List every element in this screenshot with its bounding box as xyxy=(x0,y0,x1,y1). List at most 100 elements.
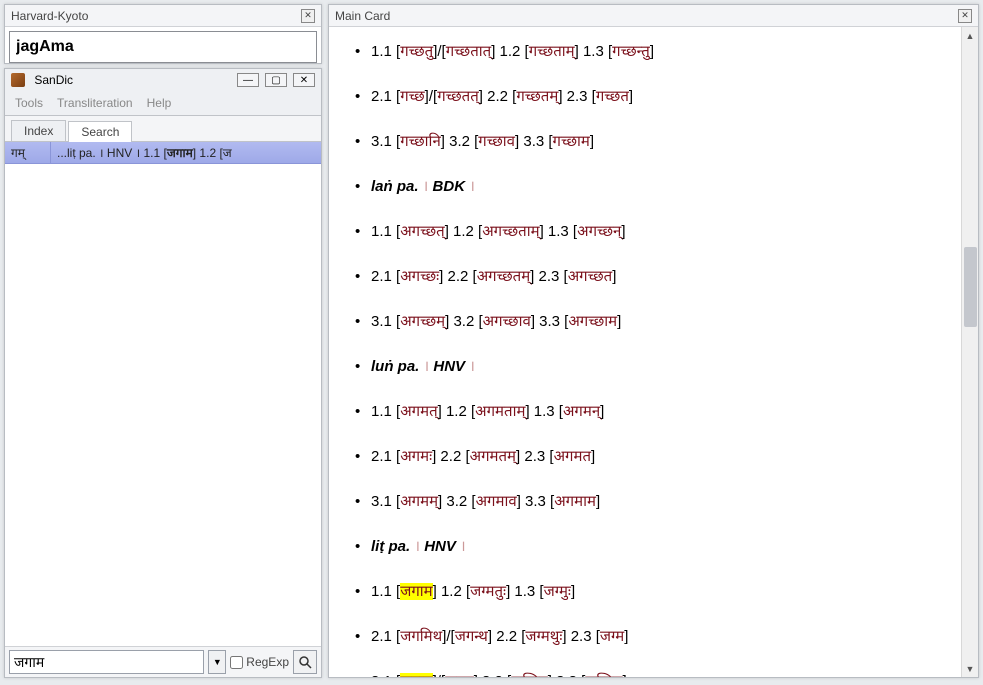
menu-transliteration[interactable]: Transliteration xyxy=(57,96,133,110)
sanskrit-form: गच्छतत् xyxy=(437,88,479,105)
sandic-chrome: SanDic — ▢ ✕ Tools Transliteration Help xyxy=(5,69,321,116)
form-index: ] xyxy=(650,43,654,60)
maincard-body: •1.1 [गच्छतु]/[गच्छतात्] 1.2 [गच्छताम्] … xyxy=(329,27,961,677)
sanskrit-form: अगमत् xyxy=(400,403,437,420)
sanskrit-form: गच्छतु xyxy=(400,43,433,60)
form-index: ]/[ xyxy=(433,43,446,60)
form-index: ] 1.2 [ xyxy=(445,223,483,240)
sanskrit-form: अगच्छतम् xyxy=(477,268,530,285)
form-index: 3.1 [ xyxy=(371,133,400,150)
entry-line: •3.1 [जगाम]/[जगम] 3.2 [जग्मिव] 3.3 [जग्म… xyxy=(355,671,935,677)
sandic-title-text: SanDic xyxy=(34,73,73,87)
form-index: ] 1.2 [ xyxy=(433,583,471,600)
form-index: ] xyxy=(591,448,595,465)
separator: । xyxy=(419,358,433,375)
form-index: ] 3.2 [ xyxy=(474,673,512,677)
source-code: HNV xyxy=(433,358,465,375)
menu-help[interactable]: Help xyxy=(147,96,172,110)
form-index: ] xyxy=(571,583,575,600)
menubar: Tools Transliteration Help xyxy=(5,91,321,115)
regexp-toggle[interactable]: RegExp xyxy=(230,655,289,669)
sandic-panel: SanDic — ▢ ✕ Tools Transliteration Help … xyxy=(4,68,322,678)
menu-tools[interactable]: Tools xyxy=(15,96,43,110)
scroll-up-icon[interactable]: ▲ xyxy=(962,27,978,44)
form-index: 3.1 [ xyxy=(371,313,400,330)
form-index: ] 3.2 [ xyxy=(441,133,479,150)
entry-line: •laṅ pa. । BDK । xyxy=(355,176,935,197)
bullet-icon: • xyxy=(355,41,371,62)
entry-content: 2.1 [गच्छ]/[गच्छतत्] 2.2 [गच्छतम्] 2.3 [… xyxy=(371,86,935,107)
minimize-icon[interactable]: — xyxy=(237,73,259,87)
sanskrit-form: जगाम xyxy=(400,673,432,677)
tab-index[interactable]: Index xyxy=(11,120,66,141)
hk-input[interactable] xyxy=(9,31,317,63)
bullet-icon: • xyxy=(355,86,371,107)
bullet-icon: • xyxy=(355,311,371,332)
result-list: गम् ...liṭ pa. । HNV । 1.1 [जगाम] 1.2 [ज xyxy=(5,142,321,646)
sanskrit-form: गच्छाव xyxy=(478,133,515,150)
form-index: 1.1 [ xyxy=(371,223,400,240)
entry-content: 2.1 [अगमः] 2.2 [अगमतम्] 2.3 [अगमत] xyxy=(371,446,935,467)
form-index: ] xyxy=(617,313,621,330)
sanskrit-form: जगाम xyxy=(400,583,432,600)
sanskrit-form: जग्मिव xyxy=(511,673,548,677)
form-index: ] 3.3 [ xyxy=(531,313,569,330)
entry-content: 1.1 [अगमत्] 1.2 [अगमताम्] 1.3 [अगमन्] xyxy=(371,401,935,422)
entry-content: 3.1 [अगच्छम्] 3.2 [अगच्छाव] 3.3 [अगच्छाम… xyxy=(371,311,935,332)
close-icon[interactable]: ✕ xyxy=(958,9,972,23)
form-index: ] xyxy=(629,88,633,105)
sanskrit-form: अगमत xyxy=(554,448,591,465)
regexp-checkbox[interactable] xyxy=(230,656,243,669)
entry-content: 2.1 [अगच्छः] 2.2 [अगच्छतम्] 2.3 [अगच्छत] xyxy=(371,266,935,287)
form-index: ] xyxy=(612,268,616,285)
scrollbar[interactable]: ▲ ▼ xyxy=(961,27,978,677)
regexp-label: RegExp xyxy=(246,655,289,669)
form-index: ] xyxy=(600,403,604,420)
window-controls: — ▢ ✕ xyxy=(237,73,315,87)
book-icon xyxy=(11,73,25,87)
bullet-icon: • xyxy=(355,581,371,602)
close-icon[interactable]: ✕ xyxy=(293,73,315,87)
sanskrit-form: अगमम् xyxy=(400,493,438,510)
close-icon[interactable]: ✕ xyxy=(301,9,315,23)
sanskrit-form: अगच्छत xyxy=(568,268,613,285)
dropdown-icon[interactable]: ▼ xyxy=(208,650,226,674)
form-index: ] 3.3 [ xyxy=(548,673,586,677)
bullet-icon: • xyxy=(355,536,371,557)
separator: । xyxy=(456,538,466,555)
tab-search[interactable]: Search xyxy=(68,121,132,142)
entry-line: •2.1 [अगमः] 2.2 [अगमतम्] 2.3 [अगमत] xyxy=(355,446,935,467)
form-index: ] xyxy=(624,628,628,645)
search-input[interactable] xyxy=(9,650,204,674)
scroll-down-icon[interactable]: ▼ xyxy=(962,660,978,677)
sanskrit-form: जगमिथ xyxy=(400,628,442,645)
separator: । xyxy=(465,358,475,375)
separator: । xyxy=(419,178,433,195)
source-code: HNV xyxy=(424,538,456,555)
result-col1: गम् xyxy=(5,142,51,163)
sanskrit-form: जगम xyxy=(445,673,474,677)
maincard-titlebar: Main Card ✕ xyxy=(329,5,978,27)
entry-line: •1.1 [अगच्छत्] 1.2 [अगच्छताम्] 1.3 [अगच्… xyxy=(355,221,935,242)
form-index: ] 2.3 [ xyxy=(562,628,600,645)
form-index: ] xyxy=(590,133,594,150)
entry-line: •2.1 [गच्छ]/[गच्छतत्] 2.2 [गच्छतम्] 2.3 … xyxy=(355,86,935,107)
grammar-label: liṭ pa. xyxy=(371,538,410,555)
maximize-icon[interactable]: ▢ xyxy=(265,73,287,87)
search-button[interactable] xyxy=(293,650,317,674)
form-index: ] 2.2 [ xyxy=(439,268,477,285)
scroll-thumb[interactable] xyxy=(964,247,977,327)
bottom-bar: ▼ RegExp xyxy=(5,646,321,677)
sanskrit-form: अगमतम् xyxy=(470,448,516,465)
tabs: Index Search xyxy=(5,116,321,142)
form-index: ] 2.3 [ xyxy=(558,88,596,105)
sanskrit-form: अगच्छत् xyxy=(400,223,445,240)
sanskrit-form: गच्छतात् xyxy=(446,43,491,60)
grammar-label: laṅ pa. xyxy=(371,178,419,195)
result-row[interactable]: गम् ...liṭ pa. । HNV । 1.1 [जगाम] 1.2 [ज xyxy=(5,142,321,164)
sanskrit-form: अगमः xyxy=(400,448,432,465)
form-index: ] 2.2 [ xyxy=(488,628,526,645)
form-index: 1.1 [ xyxy=(371,43,400,60)
form-index: ] 1.3 [ xyxy=(540,223,578,240)
sanskrit-form: अगच्छाव xyxy=(483,313,531,330)
